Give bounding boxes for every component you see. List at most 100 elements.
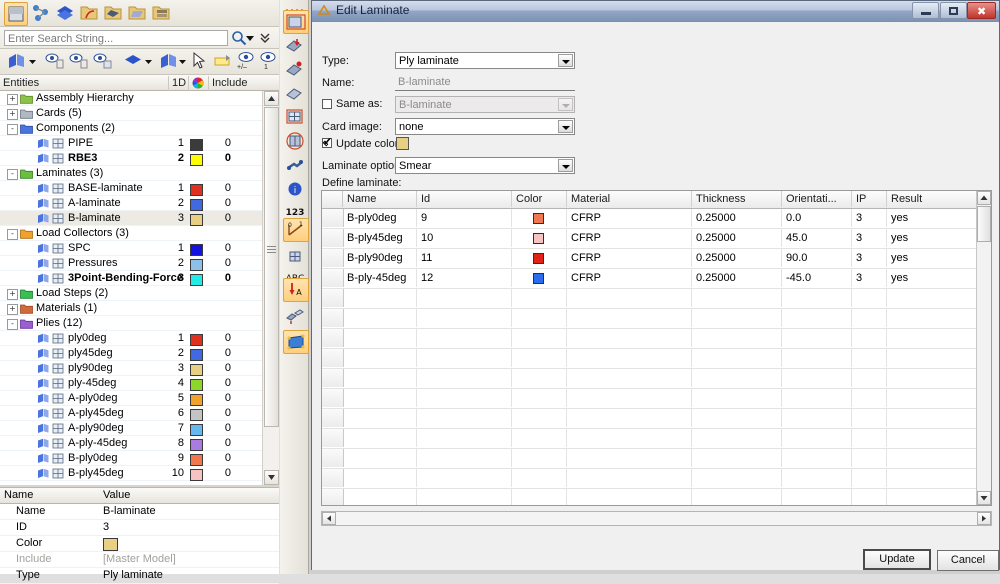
- laminate-table[interactable]: Name Id Color Material Thickness Orientati...…: [321, 190, 992, 506]
- update-color-swatch[interactable]: [396, 137, 409, 150]
- tree-item-a-ply45deg[interactable]: A-ply45deg 6 0: [0, 406, 262, 421]
- solver-view-icon[interactable]: [54, 2, 76, 24]
- circle-element-icon[interactable]: [283, 130, 307, 152]
- connectors-icon[interactable]: [30, 2, 52, 24]
- tree-color-swatch[interactable]: [190, 244, 203, 256]
- cell-empty[interactable]: [692, 329, 782, 347]
- tree-color-swatch[interactable]: [190, 379, 203, 391]
- table-column-thickness[interactable]: Thickness: [692, 191, 782, 207]
- tree-color-swatch[interactable]: [190, 259, 203, 271]
- property-color-swatch[interactable]: [103, 538, 118, 551]
- column-id[interactable]: 1D: [168, 76, 188, 91]
- chevron-down-icon[interactable]: [178, 57, 187, 66]
- tree-folder-materials-1[interactable]: + Materials (1): [0, 301, 262, 316]
- row-selector[interactable]: [322, 309, 344, 327]
- cell-color[interactable]: [512, 229, 567, 247]
- cell-empty[interactable]: [567, 489, 692, 505]
- cell-empty[interactable]: [512, 489, 567, 505]
- cell-empty[interactable]: [343, 369, 417, 387]
- cell-empty[interactable]: [567, 469, 692, 487]
- type-select[interactable]: Ply laminate: [395, 52, 575, 69]
- cell-empty[interactable]: [343, 409, 417, 427]
- cell-empty[interactable]: [692, 489, 782, 505]
- cell-empty[interactable]: [417, 309, 512, 327]
- cell-empty[interactable]: [782, 389, 852, 407]
- cell-empty[interactable]: [343, 349, 417, 367]
- tree-color-swatch[interactable]: [190, 139, 203, 151]
- table-color-swatch[interactable]: [533, 213, 544, 224]
- cell-empty[interactable]: [567, 349, 692, 367]
- element-order-icon[interactable]: [283, 58, 307, 80]
- stack-icon[interactable]: [150, 2, 172, 24]
- cell-empty[interactable]: [567, 309, 692, 327]
- double-chevron-icon[interactable]: [258, 29, 276, 47]
- tree-expander[interactable]: +: [7, 289, 18, 300]
- cell-empty[interactable]: [567, 389, 692, 407]
- cell-empty[interactable]: [782, 449, 852, 467]
- tree-expander[interactable]: -: [7, 229, 18, 240]
- cell-empty[interactable]: [852, 309, 887, 327]
- tree-folder-load-collectors-3[interactable]: - Load Collectors (3): [0, 226, 262, 241]
- table-row[interactable]: [322, 349, 991, 369]
- row-selector[interactable]: [322, 349, 344, 367]
- table-row[interactable]: B-ply-45deg 12 CFRP 0.25000 -45.0 3 yes: [322, 269, 991, 289]
- free-edges-icon[interactable]: [283, 154, 307, 176]
- cell-empty[interactable]: [567, 289, 692, 307]
- cell-empty[interactable]: [343, 289, 417, 307]
- property-row[interactable]: Include [Master Model]: [0, 552, 279, 568]
- cell-empty[interactable]: [782, 369, 852, 387]
- maximize-icon[interactable]: [940, 2, 967, 19]
- table-row[interactable]: [322, 309, 991, 329]
- column-include[interactable]: Include: [208, 76, 279, 91]
- cell-thickness[interactable]: 0.25000: [692, 249, 782, 267]
- tree-item-ply-45deg[interactable]: ply-45deg 4 0: [0, 376, 262, 391]
- cell-empty[interactable]: [692, 369, 782, 387]
- cell-empty[interactable]: [567, 329, 692, 347]
- tree-item-rbe3[interactable]: RBE3 2 0: [0, 151, 262, 166]
- cell-orientation[interactable]: -45.0: [782, 269, 852, 287]
- cell-color[interactable]: [512, 269, 567, 287]
- tree-color-swatch[interactable]: [190, 199, 203, 211]
- cell-empty[interactable]: [417, 429, 512, 447]
- toolbar-drag-handle[interactable]: [285, 3, 305, 11]
- tree-item-a-ply0deg[interactable]: A-ply0deg 5 0: [0, 391, 262, 406]
- cell-empty[interactable]: [692, 289, 782, 307]
- cell-empty[interactable]: [782, 289, 852, 307]
- table-column-id[interactable]: Id: [417, 191, 512, 207]
- cell-empty[interactable]: [852, 329, 887, 347]
- tree-color-swatch[interactable]: [190, 469, 203, 481]
- element-config-icon[interactable]: [283, 246, 307, 268]
- card-icon[interactable]: [212, 50, 234, 72]
- cell-id[interactable]: 11: [417, 249, 512, 267]
- cell-empty[interactable]: [343, 489, 417, 505]
- cell-ip[interactable]: 3: [852, 269, 887, 287]
- table-row[interactable]: [322, 369, 991, 389]
- cell-material[interactable]: CFRP: [567, 209, 692, 227]
- tree-color-swatch[interactable]: [190, 184, 203, 196]
- scroll-thumb[interactable]: [977, 206, 991, 242]
- tree-item-ply45deg[interactable]: ply45deg 2 0: [0, 346, 262, 361]
- cell-empty[interactable]: [512, 369, 567, 387]
- table-row[interactable]: [322, 429, 991, 449]
- cell-empty[interactable]: [417, 329, 512, 347]
- row-selector[interactable]: [322, 329, 344, 347]
- chevron-down-icon[interactable]: [144, 57, 153, 66]
- cell-orientation[interactable]: 45.0: [782, 229, 852, 247]
- node-edit-icon[interactable]: [283, 306, 307, 328]
- tree-item-a-ply90deg[interactable]: A-ply90deg 7 0: [0, 421, 262, 436]
- cell-empty[interactable]: [512, 409, 567, 427]
- cell-ip[interactable]: 3: [852, 229, 887, 247]
- cell-empty[interactable]: [343, 389, 417, 407]
- abc-vector-icon[interactable]: A: [283, 278, 309, 302]
- cell-empty[interactable]: [417, 409, 512, 427]
- search-input[interactable]: Enter Search String...: [4, 30, 228, 46]
- cell-orientation[interactable]: 90.0: [782, 249, 852, 267]
- tree-color-swatch[interactable]: [190, 424, 203, 436]
- cell-empty[interactable]: [852, 469, 887, 487]
- hide-all-icon[interactable]: [44, 50, 66, 72]
- cell-empty[interactable]: [567, 369, 692, 387]
- table-color-swatch[interactable]: [533, 253, 544, 264]
- cell-empty[interactable]: [852, 449, 887, 467]
- cell-thickness[interactable]: 0.25000: [692, 209, 782, 227]
- laminate-option-select[interactable]: Smear: [395, 157, 575, 174]
